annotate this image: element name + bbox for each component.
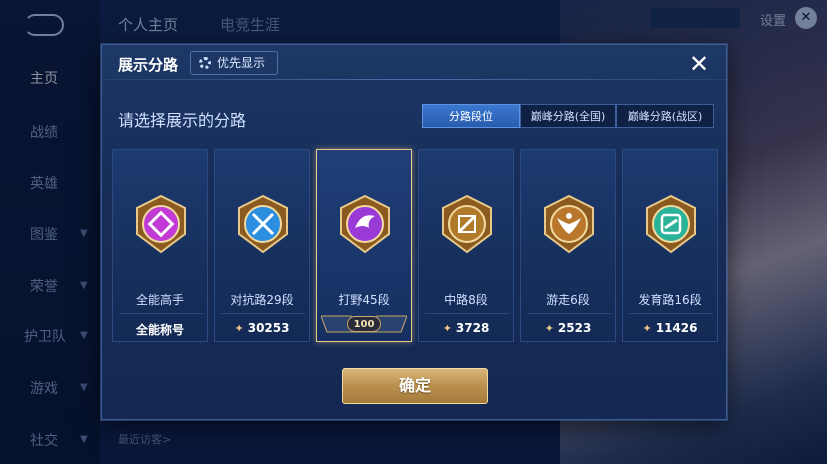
header-divider bbox=[102, 79, 728, 80]
priority-display-label: 优先显示 bbox=[217, 56, 266, 70]
lane-name: 对抗路29段 bbox=[230, 293, 294, 307]
lane-display-dialog: 展示分路 优先显示 ✕ 请选择展示的分路 分路段位 巅峰分路(全国) 巅峰分路(… bbox=[101, 44, 728, 420]
lane-card[interactable]: 发育路16段 ✦ 11426 bbox=[622, 149, 718, 342]
divider bbox=[527, 313, 611, 314]
dialog-subtitle: 请选择展示的分路 bbox=[118, 111, 247, 130]
points-icon: ✦ bbox=[642, 322, 652, 335]
lane-value: ✦ 2523 bbox=[544, 321, 592, 335]
lane-value: 全能称号 bbox=[135, 323, 184, 337]
lane-card[interactable]: 游走6段 ✦ 2523 bbox=[520, 149, 616, 342]
lane-value: ✦ 3728 bbox=[442, 321, 490, 335]
close-icon[interactable]: ✕ bbox=[686, 51, 712, 77]
dialog-title: 展示分路 bbox=[118, 56, 179, 74]
rank-star-count: 100 bbox=[347, 316, 381, 332]
lane-name: 发育路16段 bbox=[638, 293, 702, 307]
all-rounder-badge-icon bbox=[136, 194, 186, 254]
points-icon: ✦ bbox=[442, 322, 452, 335]
divider bbox=[119, 313, 203, 314]
confirm-button[interactable]: 确定 bbox=[342, 368, 488, 404]
lane-card[interactable]: 全能高手 全能称号 bbox=[112, 149, 208, 342]
farm-lane-badge-icon bbox=[646, 194, 696, 254]
tab-lane-rank[interactable]: 分路段位 bbox=[422, 104, 520, 128]
mid-lane-badge-icon bbox=[442, 194, 492, 254]
lane-value: ✦ 30253 bbox=[234, 321, 290, 335]
tab-peak-region[interactable]: 巅峰分路(战区) bbox=[616, 104, 714, 128]
points-icon: ✦ bbox=[544, 322, 554, 335]
priority-display-button[interactable]: 优先显示 bbox=[190, 51, 278, 75]
gear-icon bbox=[199, 57, 211, 69]
lane-name: 游走6段 bbox=[546, 293, 590, 307]
jungle-badge-icon bbox=[340, 194, 390, 254]
lane-name: 打野45段 bbox=[338, 293, 390, 307]
lane-name: 中路8段 bbox=[444, 293, 488, 307]
lane-name: 全能高手 bbox=[135, 293, 184, 307]
tab-peak-national[interactable]: 巅峰分路(全国) bbox=[520, 104, 616, 128]
lane-card-selected[interactable]: 打野45段 100 bbox=[316, 149, 412, 342]
points-icon: ✦ bbox=[234, 322, 244, 335]
clash-lane-badge-icon bbox=[238, 194, 288, 254]
divider bbox=[629, 313, 713, 314]
lane-card[interactable]: 对抗路29段 ✦ 30253 bbox=[214, 149, 310, 342]
lane-value: ✦ 11426 bbox=[642, 321, 698, 335]
divider bbox=[425, 313, 509, 314]
roam-badge-icon bbox=[544, 194, 594, 254]
lane-card[interactable]: 中路8段 ✦ 3728 bbox=[418, 149, 514, 342]
divider bbox=[221, 313, 305, 314]
